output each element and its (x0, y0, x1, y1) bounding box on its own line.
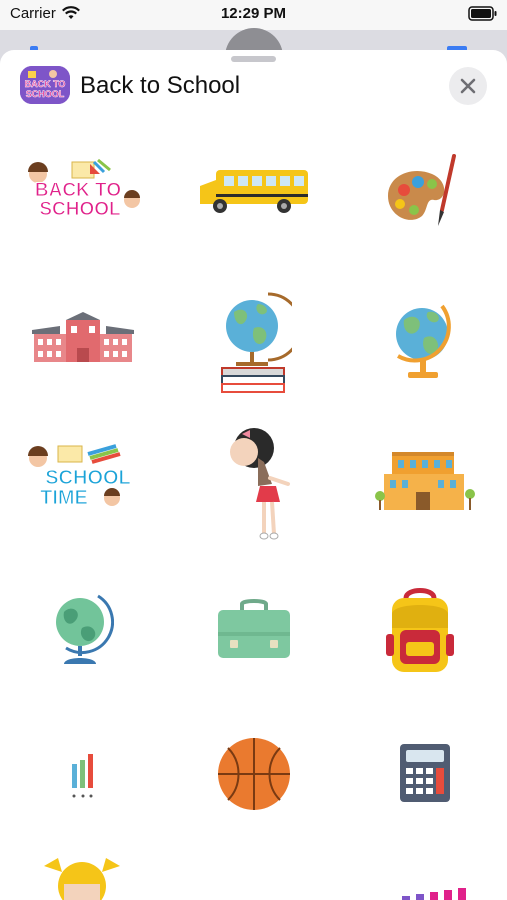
sheet-grabber[interactable] (231, 56, 276, 62)
app-icon-line2: SCHOOL (26, 89, 65, 99)
basketball-sticker[interactable] (216, 736, 292, 812)
close-icon (460, 78, 476, 94)
battery-icon (468, 6, 498, 26)
girl-sticker[interactable] (214, 422, 298, 544)
calculator-sticker[interactable] (398, 742, 452, 804)
sticker-school-time-line1: SCHOOL (45, 467, 131, 489)
status-bar: Carrier 12:29 PM (0, 0, 507, 30)
sheet-title: Back to School (80, 72, 241, 99)
app-icon-line1: BACK TO (25, 79, 66, 89)
girl-face-sticker[interactable] (42, 856, 122, 900)
school-building-sticker[interactable] (30, 312, 136, 364)
school-time-sticker[interactable]: SCHOOL TIME (18, 442, 148, 516)
globe-on-books-sticker[interactable] (214, 290, 292, 398)
app-icon: BACK TO SCHOOL (20, 66, 70, 104)
clock: 12:29 PM (220, 5, 287, 22)
globe-sticker[interactable] (390, 298, 460, 382)
desk-globe-sticker[interactable] (52, 588, 114, 668)
backpack-sticker[interactable] (382, 584, 458, 676)
briefcase-sticker[interactable] (216, 598, 292, 660)
school-bus-sticker[interactable] (196, 162, 312, 222)
close-button[interactable] (449, 67, 487, 105)
sticker-back-to-line: BACK TO (35, 180, 121, 201)
paint-palette-sticker[interactable] (380, 150, 466, 236)
back-to-school-sticker[interactable]: BACK TO SCHOOL (18, 158, 146, 226)
sticker-school-line: SCHOOL (39, 199, 121, 220)
school-campus-sticker[interactable] (374, 450, 476, 514)
sticker-school-time-line2: TIME (40, 487, 88, 509)
crayons-sticker[interactable] (398, 886, 472, 900)
sticker-sheet: BACK TO SCHOOL Back to School BACK TO SC… (0, 50, 507, 900)
pencils-sticker[interactable] (66, 750, 102, 798)
